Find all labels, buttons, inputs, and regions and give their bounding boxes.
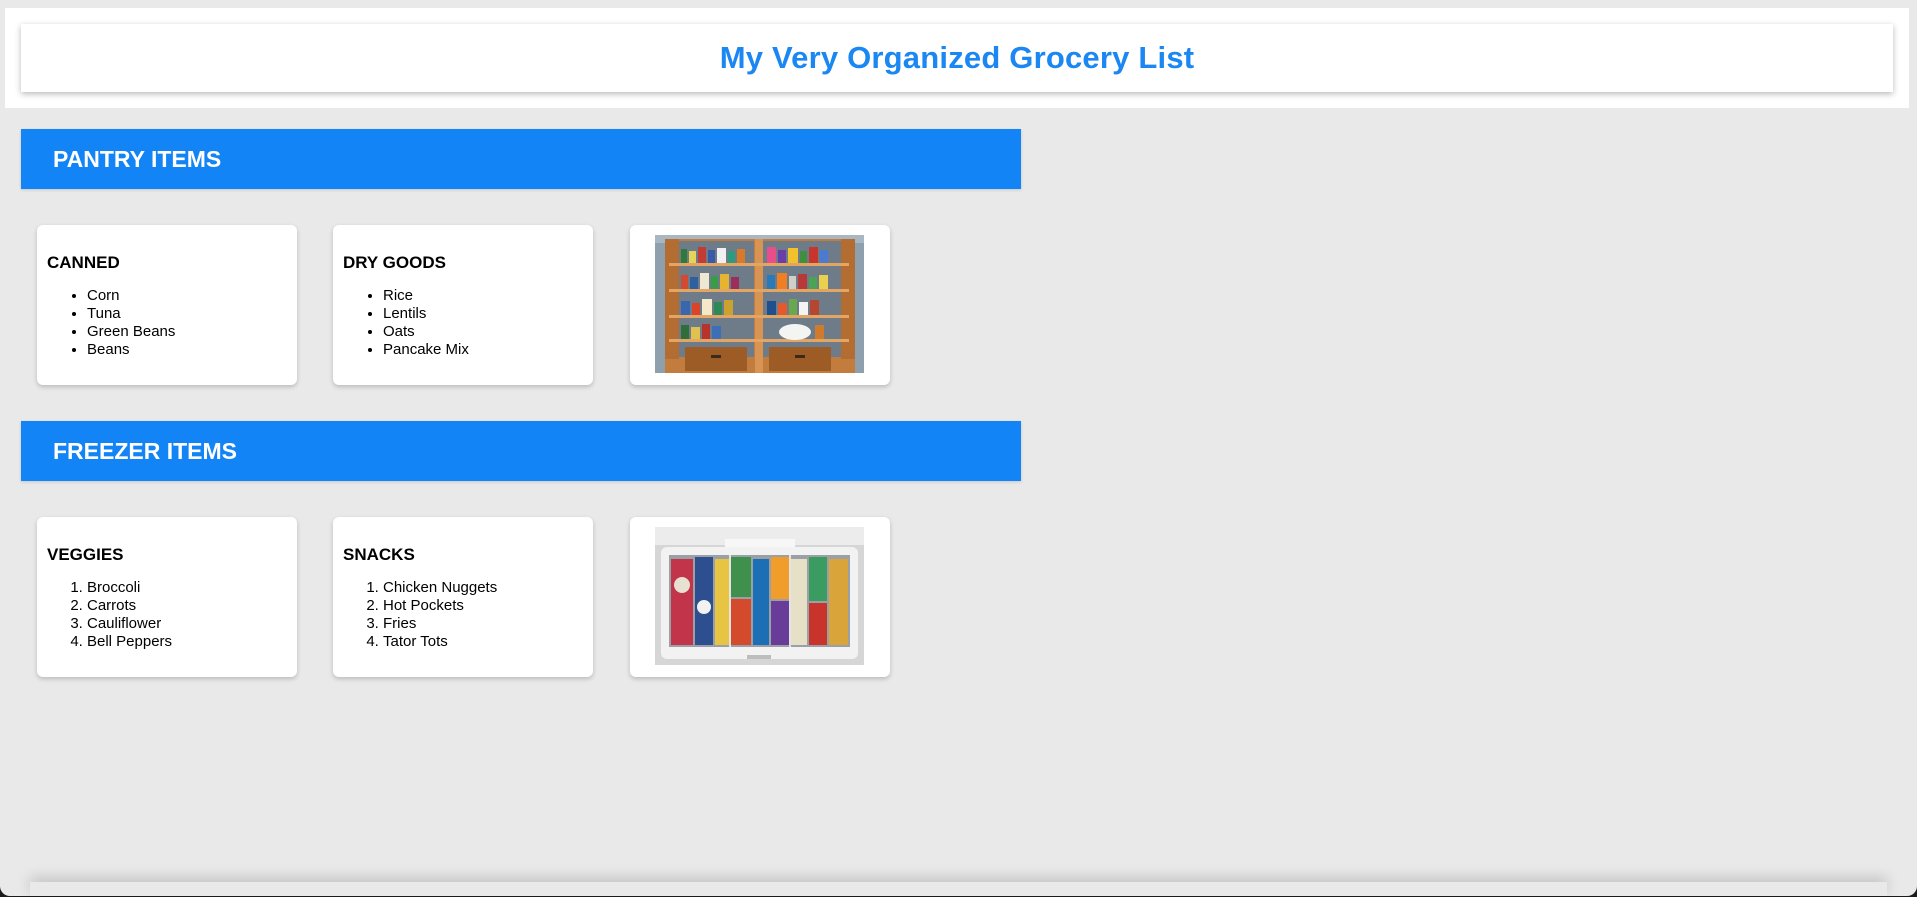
list-item: Tuna (87, 305, 175, 323)
veggies-list: Broccoli Carrots Cauliflower Bell Pepper… (37, 579, 172, 651)
list-item: Hot Pockets (383, 597, 497, 615)
freezer-section-header: FREEZER ITEMS (21, 421, 1021, 481)
canned-card: CANNED Corn Tuna Green Beans Beans (37, 225, 297, 385)
header: My Very Organized Grocery List (21, 24, 1893, 92)
list-item: Oats (383, 323, 469, 341)
list-item: Pancake Mix (383, 341, 469, 359)
list-item: Bell Peppers (87, 633, 172, 651)
veggies-card: VEGGIES Broccoli Carrots Cauliflower Bel… (37, 517, 297, 677)
list-item: Tator Tots (383, 633, 497, 651)
freezer-photo (655, 527, 864, 665)
bottom-shadow (30, 882, 1887, 896)
list-item: Cauliflower (87, 615, 172, 633)
list-item: Lentils (383, 305, 469, 323)
dry-goods-card: DRY GOODS Rice Lentils Oats Pancake Mix (333, 225, 593, 385)
canned-title: CANNED (47, 253, 120, 272)
list-item: Green Beans (87, 323, 175, 341)
list-item: Broccoli (87, 579, 172, 597)
dry-goods-title: DRY GOODS (343, 253, 446, 272)
page-title: My Very Organized Grocery List (719, 40, 1195, 75)
canned-list: Corn Tuna Green Beans Beans (37, 287, 175, 359)
pantry-section-header: PANTRY ITEMS (21, 129, 1021, 189)
snacks-card: SNACKS Chicken Nuggets Hot Pockets Fries… (333, 517, 593, 677)
list-item: Rice (383, 287, 469, 305)
list-item: Beans (87, 341, 175, 359)
list-item: Fries (383, 615, 497, 633)
dry-goods-list: Rice Lentils Oats Pancake Mix (333, 287, 469, 359)
snacks-title: SNACKS (343, 545, 415, 564)
list-item: Chicken Nuggets (383, 579, 497, 597)
list-item: Carrots (87, 597, 172, 615)
list-item: Corn (87, 287, 175, 305)
snacks-list: Chicken Nuggets Hot Pockets Fries Tator … (333, 579, 497, 651)
pantry-heading: PANTRY ITEMS (53, 145, 222, 172)
pantry-photo (655, 235, 864, 373)
pantry-image-card (630, 225, 890, 385)
freezer-heading: FREEZER ITEMS (53, 437, 238, 464)
app-window: My Very Organized Grocery List PANTRY IT… (0, 0, 1917, 896)
freezer-image-card (630, 517, 890, 677)
veggies-title: VEGGIES (47, 545, 124, 564)
